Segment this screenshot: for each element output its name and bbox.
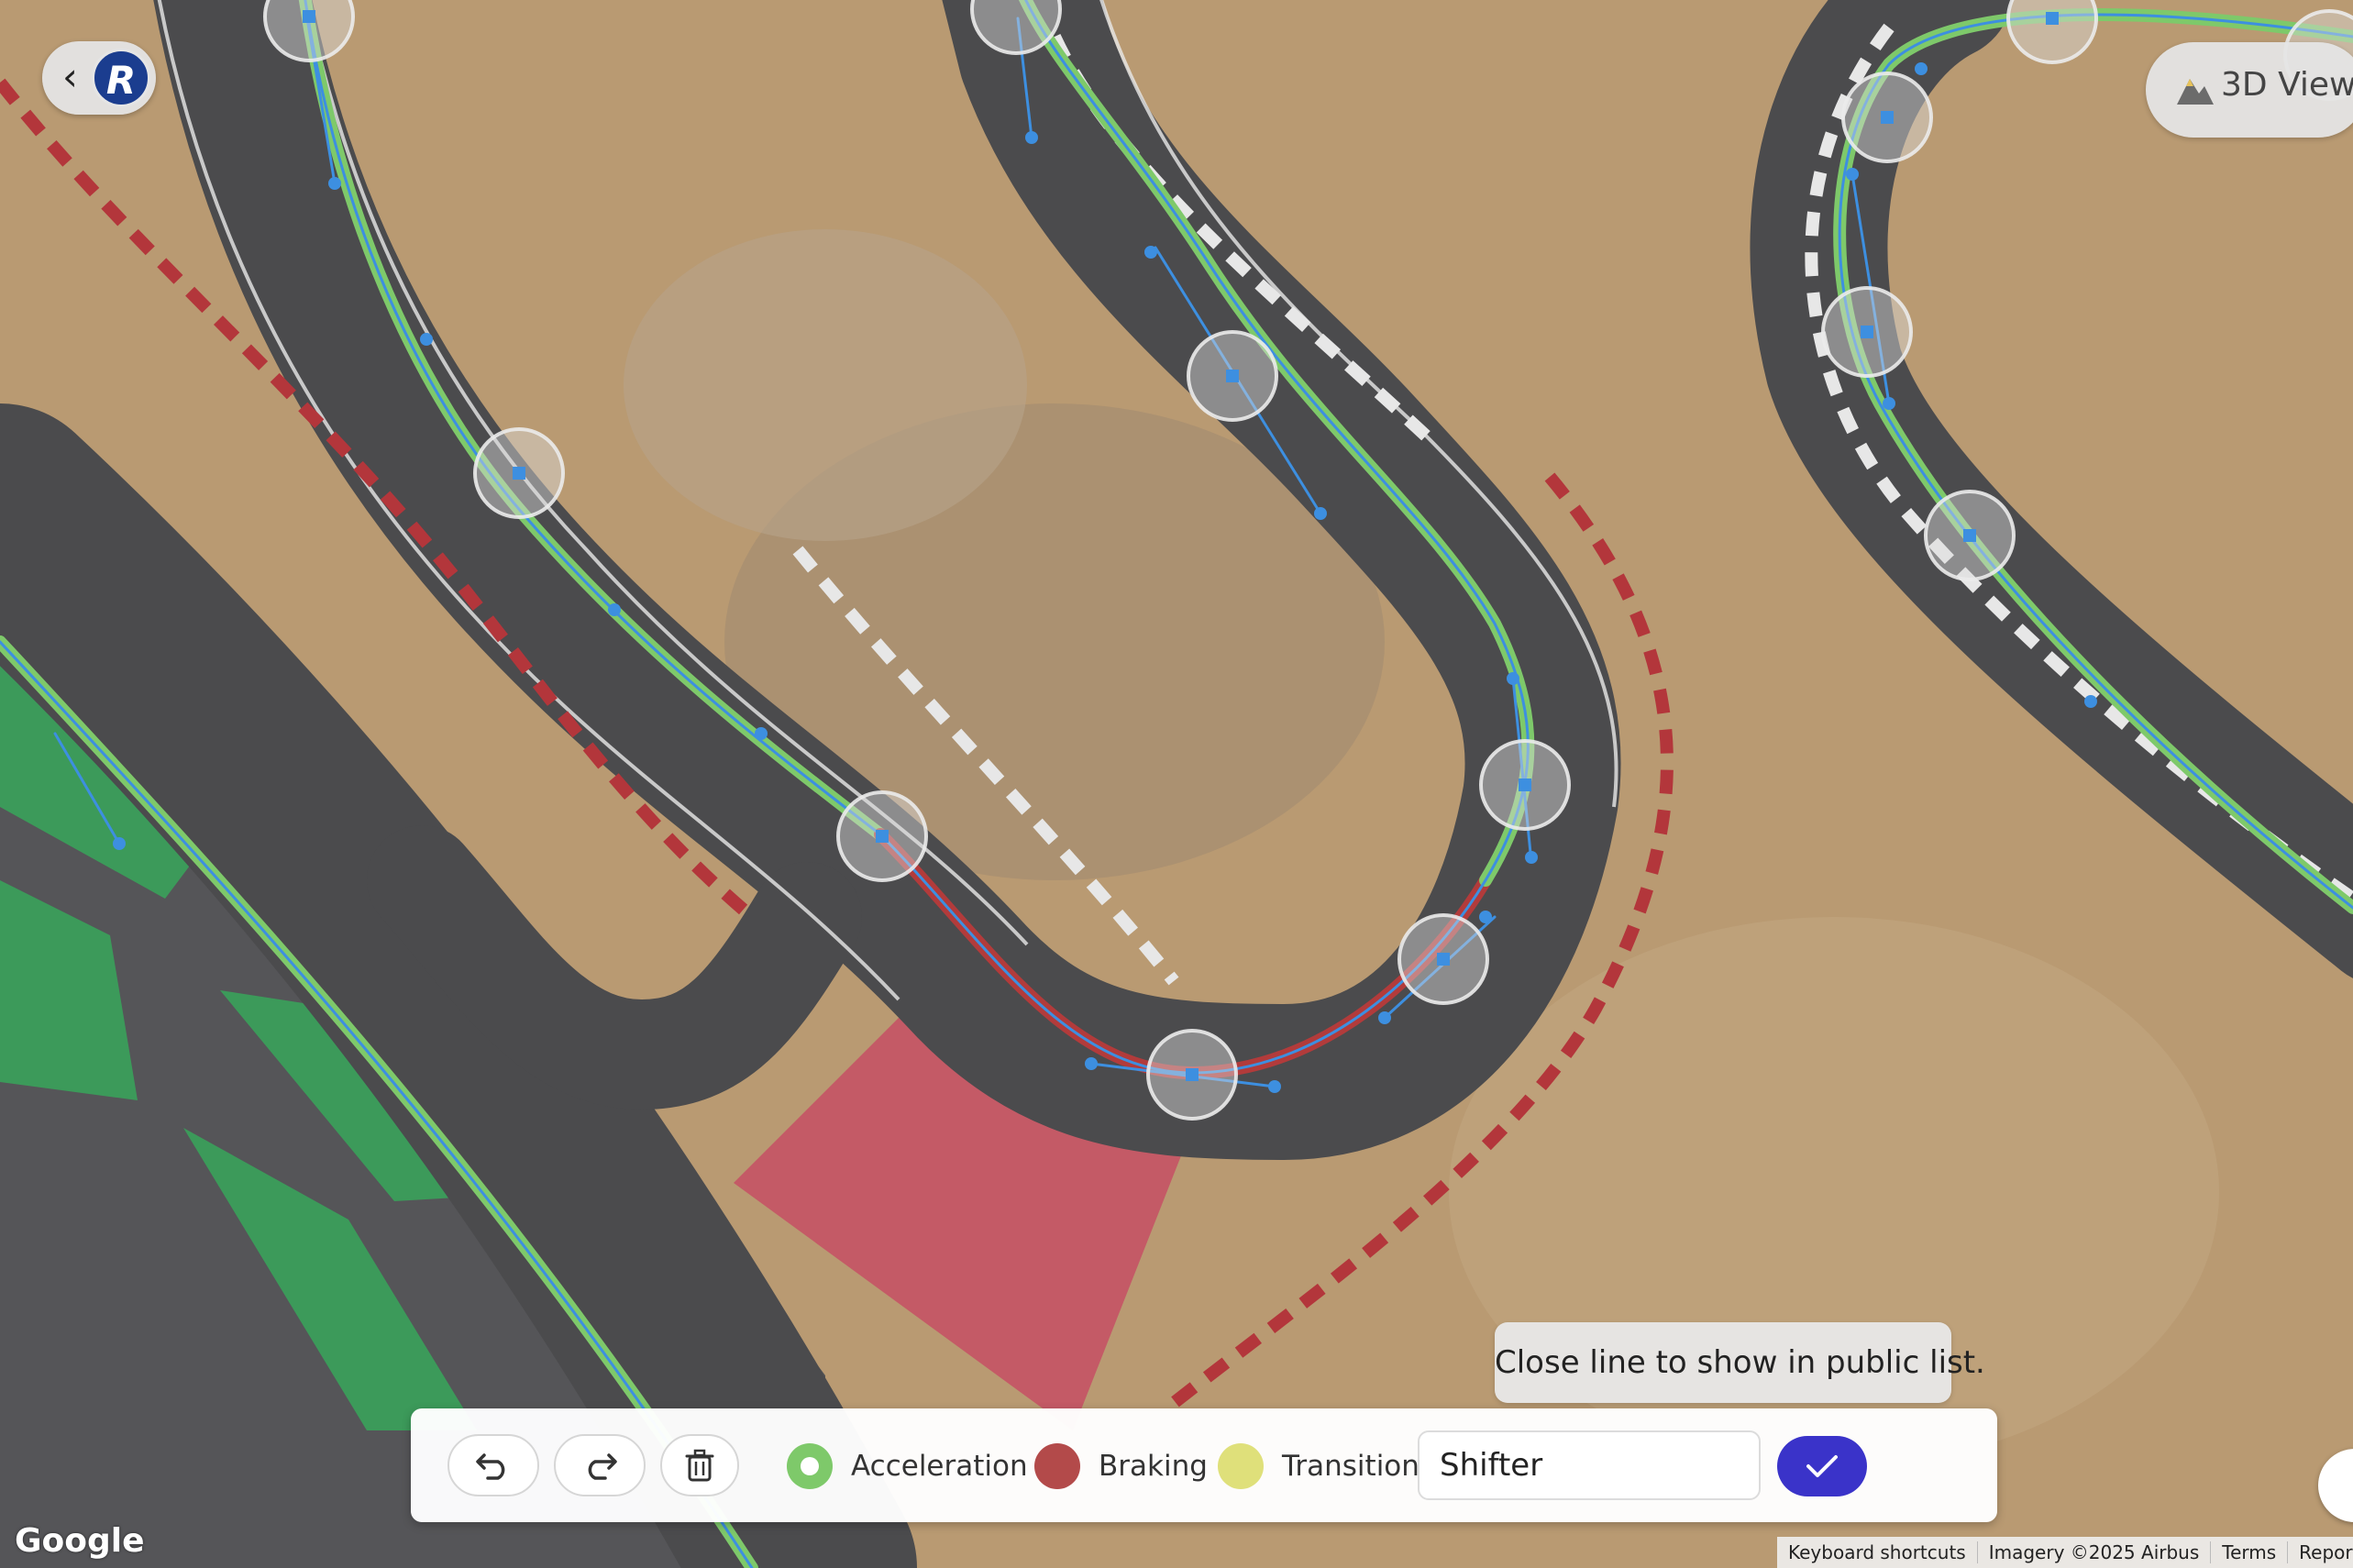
keyboard-shortcuts-link[interactable]: Keyboard shortcuts <box>1777 1541 1978 1563</box>
braking-color-dot[interactable] <box>1034 1443 1080 1489</box>
report-map-link[interactable]: Report a map <box>2288 1541 2353 1563</box>
satellite-map[interactable] <box>0 0 2353 1568</box>
imagery-credit: Imagery ©2025 Airbus <box>1978 1541 2212 1563</box>
trash-icon <box>685 1449 714 1482</box>
close-line-tooltip: Close line to show in public list. <box>1495 1322 1985 1403</box>
back-button[interactable]: ‹ R <box>42 41 156 115</box>
delete-button[interactable] <box>660 1434 739 1496</box>
line-editor-toolbar: Acceleration Braking Transition <box>411 1408 1997 1522</box>
legend-braking-label[interactable]: Braking <box>1099 1443 1208 1489</box>
app-logo: R <box>92 49 150 107</box>
terms-link[interactable]: Terms <box>2211 1541 2289 1563</box>
selected-indicator <box>801 1457 819 1475</box>
undo-button[interactable] <box>447 1434 539 1496</box>
mountain-icon <box>2177 79 2214 105</box>
redo-button[interactable] <box>554 1434 646 1496</box>
checkmark-icon <box>1806 1455 1838 1477</box>
line-name-input[interactable] <box>1418 1430 1761 1500</box>
3d-view-button[interactable]: 3D View <box>2146 42 2353 138</box>
confirm-button[interactable] <box>1777 1436 1867 1496</box>
google-logo: Google <box>15 1522 145 1560</box>
legend-transition-label[interactable]: Transition <box>1282 1443 1420 1489</box>
acceleration-color-dot[interactable] <box>787 1443 833 1489</box>
redo-icon <box>588 1453 617 1480</box>
chevron-left-icon: ‹ <box>62 54 78 99</box>
3d-view-label: 3D View <box>2221 66 2353 104</box>
legend-acceleration-label[interactable]: Acceleration <box>851 1443 1028 1489</box>
map-attribution: Keyboard shortcuts Imagery ©2025 Airbus … <box>1777 1537 2353 1568</box>
transition-color-dot[interactable] <box>1218 1443 1264 1489</box>
undo-icon <box>476 1453 505 1480</box>
